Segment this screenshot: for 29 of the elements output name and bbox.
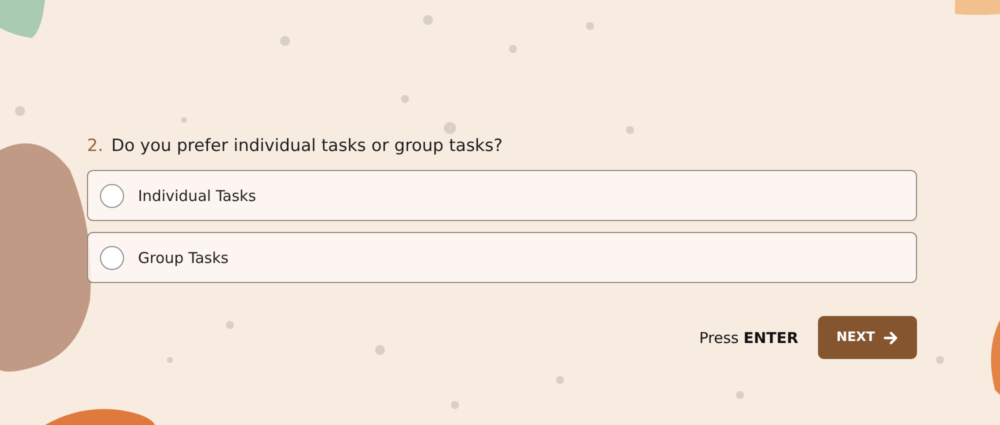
answer-option[interactable]: Individual Tasks [87, 170, 917, 221]
radio-button[interactable] [100, 246, 124, 270]
speckle [167, 357, 173, 363]
radio-button[interactable] [100, 184, 124, 208]
speckle [375, 345, 385, 355]
answer-option[interactable]: Group Tasks [87, 232, 917, 283]
question-number: 2. [87, 136, 104, 156]
speckle [226, 321, 234, 329]
speckle [556, 376, 564, 384]
speckle [586, 22, 594, 30]
speckle [626, 126, 634, 134]
speckle [736, 391, 744, 399]
speckle [936, 356, 944, 364]
speckle [181, 117, 187, 123]
speckle [15, 106, 25, 116]
speckle [401, 95, 409, 103]
paint-blob [955, 0, 1000, 15]
speckle [423, 15, 433, 25]
speckle [280, 36, 290, 46]
option-label: Individual Tasks [138, 186, 256, 204]
speckle [509, 45, 517, 53]
speckle [444, 122, 456, 134]
question-text: Do you prefer individual tasks or group tasks? [111, 136, 503, 156]
paint-blob [0, 0, 45, 38]
arrow-right-icon [883, 330, 899, 346]
speckle [451, 401, 459, 409]
keyboard-hint: Press ENTER [699, 328, 798, 346]
option-label: Group Tasks [138, 248, 229, 266]
next-button[interactable]: NEXT [818, 316, 917, 359]
